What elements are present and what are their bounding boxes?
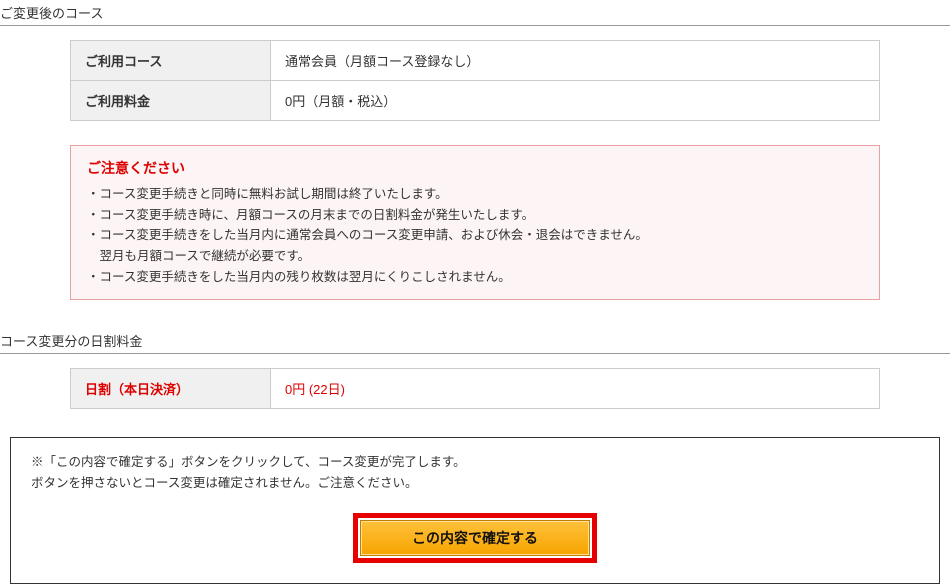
table-label: ご利用コース xyxy=(71,41,271,81)
after-change-content: ご利用コース 通常会員（月額コース登録なし） ご利用料金 0円（月額・税込） ご… xyxy=(0,40,950,300)
notice-item: コース変更手続きをした当月内に通常会員へのコース変更申請、および休会・退会はでき… xyxy=(87,225,863,246)
after-change-table: ご利用コース 通常会員（月額コース登録なし） ご利用料金 0円（月額・税込） xyxy=(70,40,880,121)
prorated-content: 日割（本日決済） 0円 (22日) xyxy=(0,368,950,409)
notice-list: コース変更手続きと同時に無料お試し期間は終了いたします。 コース変更手続き時に、… xyxy=(87,184,863,287)
confirm-text: ※「この内容で確定する」ボタンをクリックして、コース変更が完了します。 ボタンを… xyxy=(31,452,919,495)
confirm-button-highlight: この内容で確定する xyxy=(353,513,597,563)
table-row: ご利用コース 通常会員（月額コース登録なし） xyxy=(71,41,880,81)
notice-item: コース変更手続きと同時に無料お試し期間は終了いたします。 xyxy=(87,184,863,205)
table-value: 0円（月額・税込） xyxy=(271,81,880,121)
confirm-line-1: ※「この内容で確定する」ボタンをクリックして、コース変更が完了します。 xyxy=(31,455,466,469)
confirm-button[interactable]: この内容で確定する xyxy=(360,520,590,556)
notice-box: ご注意ください コース変更手続きと同時に無料お試し期間は終了いたします。 コース… xyxy=(70,145,880,300)
table-label: ご利用料金 xyxy=(71,81,271,121)
section-title-prorated: コース変更分の日割料金 xyxy=(0,328,950,354)
notice-title: ご注意ください xyxy=(87,158,863,178)
table-row: ご利用料金 0円（月額・税込） xyxy=(71,81,880,121)
table-row: 日割（本日決済） 0円 (22日) xyxy=(71,369,880,409)
notice-item: コース変更手続きをした当月内の残り枚数は翌月にくりこしされません。 xyxy=(87,267,863,288)
confirm-button-wrap: この内容で確定する xyxy=(31,513,919,563)
confirm-line-2: ボタンを押さないとコース変更は確定されません。ご注意ください。 xyxy=(31,476,418,490)
notice-item-sub: 翌月も月額コースで継続が必要です。 xyxy=(87,246,863,267)
table-label: 日割（本日決済） xyxy=(71,369,271,409)
notice-item: コース変更手続き時に、月額コースの月末までの日割料金が発生いたします。 xyxy=(87,205,863,226)
section-title-after-change: ご変更後のコース xyxy=(0,0,950,26)
prorated-table: 日割（本日決済） 0円 (22日) xyxy=(70,368,880,409)
confirm-box: ※「この内容で確定する」ボタンをクリックして、コース変更が完了します。 ボタンを… xyxy=(10,437,940,584)
table-value: 0円 (22日) xyxy=(271,369,880,409)
table-value: 通常会員（月額コース登録なし） xyxy=(271,41,880,81)
